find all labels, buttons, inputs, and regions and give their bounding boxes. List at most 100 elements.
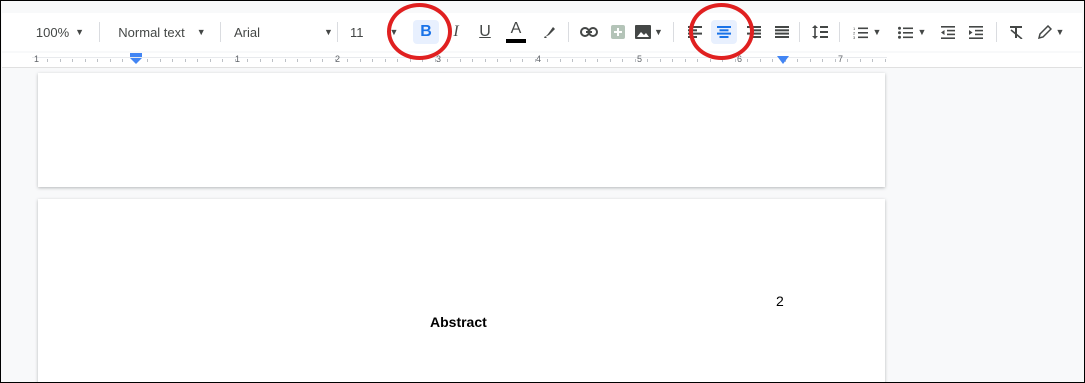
text-color-swatch [506, 39, 526, 43]
highlight-color-button[interactable] [537, 13, 563, 51]
text-color-button[interactable]: A [501, 13, 531, 51]
ruler-tick [234, 59, 236, 62]
document-page-2[interactable]: 2 Abstract [38, 199, 885, 382]
right-indent-marker-icon[interactable] [777, 56, 789, 65]
ruler-tick [197, 59, 198, 62]
ruler-tick [822, 59, 823, 62]
zoom-value: 100% [35, 24, 70, 40]
ruler-tick [859, 59, 861, 62]
paragraph-style-value: Normal text [118, 24, 185, 40]
toolbar-divider [220, 22, 221, 42]
ruler-number: 1 [34, 54, 40, 64]
clear-formatting-icon [1009, 26, 1023, 39]
horizontal-ruler[interactable]: 1 1 2 3 4 5 6 7 [2, 53, 1082, 68]
decrease-indent-icon [941, 25, 955, 39]
insert-image-button[interactable]: ▼ [632, 13, 666, 51]
ruler-tick [484, 59, 486, 62]
ruler-tick [397, 59, 398, 62]
svg-text:3: 3 [853, 35, 856, 39]
ruler-tick [84, 59, 86, 62]
pencil-icon [1037, 25, 1052, 39]
formatting-toolbar: 100% ▼ Normal text ▼ Arial ▼ 11 ▼ B I U … [2, 13, 1082, 51]
ruler-tick [834, 59, 836, 62]
image-icon [635, 25, 652, 39]
editing-mode-dropdown[interactable]: ▼ [1031, 13, 1071, 51]
ruler-tick [797, 59, 798, 62]
ruler-tick [272, 59, 273, 62]
add-comment-icon [611, 25, 625, 39]
ruler-tick [447, 59, 448, 62]
highlighter-pen-icon [544, 27, 555, 38]
justify-icon [775, 26, 789, 38]
font-family-value: Arial [234, 24, 261, 40]
ruler-tick [547, 59, 548, 62]
chevron-down-icon: ▼ [75, 27, 85, 37]
toolbar-divider [673, 22, 674, 42]
ruler-number: 5 [637, 54, 643, 64]
font-family-dropdown[interactable]: Arial ▼ [228, 13, 336, 51]
chevron-down-icon: ▼ [917, 27, 927, 37]
document-page-1[interactable] [38, 73, 885, 187]
ruler-tick [59, 59, 61, 62]
clear-formatting-button[interactable] [1003, 13, 1029, 51]
ruler-tick [572, 59, 573, 62]
text-color-label: A [510, 20, 522, 37]
ruler-tick [222, 59, 223, 62]
ruler-tick [47, 59, 48, 62]
ruler-tick [497, 59, 498, 62]
ruler-tick [359, 59, 361, 62]
link-icon [580, 27, 598, 37]
ruler-tick [747, 59, 748, 62]
ruler-tick [247, 59, 248, 62]
left-indent-marker-icon[interactable] [130, 53, 142, 65]
zoom-dropdown[interactable]: 100% ▼ [28, 13, 92, 51]
ruler-tick [122, 59, 123, 62]
ruler-tick [409, 59, 411, 62]
line-spacing-button[interactable] [806, 13, 834, 51]
ruler-tick [209, 59, 211, 62]
numbered-list-button[interactable]: 123 ▼ [847, 13, 887, 51]
abstract-heading[interactable]: Abstract [430, 314, 487, 330]
ruler-tick [759, 59, 761, 62]
toolbar-divider [799, 22, 800, 42]
ruler-tick [384, 59, 386, 62]
ruler-tick [372, 59, 373, 62]
underline-label: U [479, 23, 491, 40]
ruler-tick [159, 59, 161, 62]
ruler-tick [647, 59, 648, 62]
chevron-down-icon: ▼ [654, 27, 663, 37]
decrease-indent-button[interactable] [935, 13, 961, 51]
ruler-tick [347, 59, 348, 62]
chevron-down-icon: ▼ [872, 27, 882, 37]
justify-button[interactable] [769, 13, 795, 51]
ruler-tick [697, 59, 698, 62]
ruler-tick [309, 59, 311, 62]
italic-label: I [453, 23, 459, 40]
underline-button[interactable]: U [472, 13, 498, 51]
ruler-tick [872, 59, 873, 62]
ruler-tick [684, 59, 686, 62]
ruler-tick [147, 59, 148, 62]
ruler-tick [847, 59, 848, 62]
ruler-number: 2 [335, 54, 341, 64]
ruler-tick [172, 59, 173, 62]
bulleted-list-button[interactable]: ▼ [892, 13, 932, 51]
paragraph-style-dropdown[interactable]: Normal text ▼ [107, 13, 217, 51]
toolbar-divider [337, 22, 338, 42]
ruler-tick [284, 59, 286, 62]
ruler-tick [584, 59, 586, 62]
increase-indent-button[interactable] [963, 13, 989, 51]
ruler-tick [772, 59, 773, 62]
ruler-tick [884, 59, 886, 62]
ruler-tick [734, 59, 736, 62]
ruler-tick [184, 59, 186, 62]
add-comment-button[interactable] [606, 13, 630, 51]
ruler-tick [472, 59, 473, 62]
ruler-tick [72, 59, 73, 62]
ruler-tick [534, 59, 536, 62]
toolbar-divider [568, 22, 569, 42]
toolbar-divider [99, 22, 100, 42]
ruler-tick [622, 59, 623, 62]
chevron-down-icon: ▼ [196, 27, 206, 37]
insert-link-button[interactable] [575, 13, 603, 51]
